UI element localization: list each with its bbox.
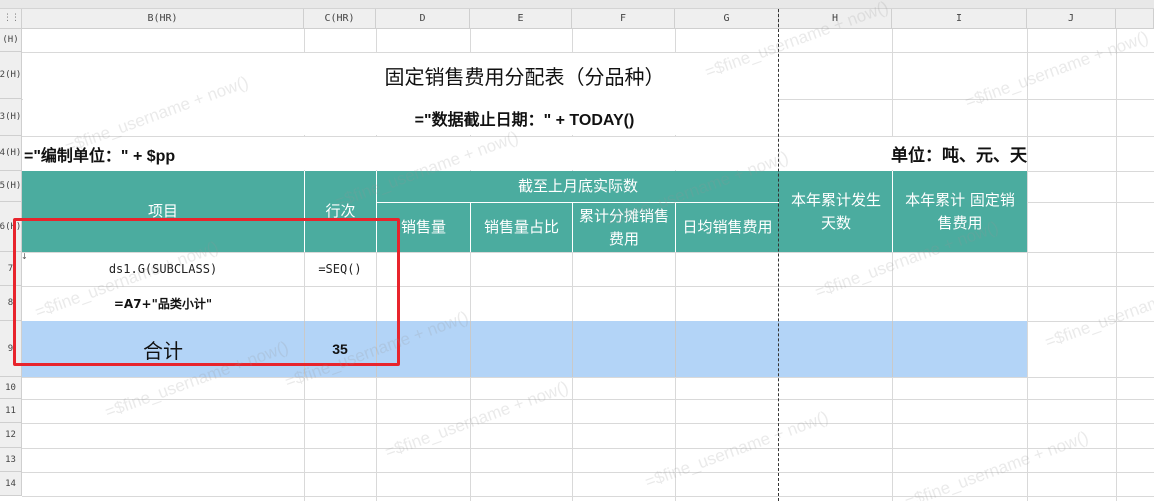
unit-label-cell[interactable]: 单位：吨、元、天: [780, 136, 1027, 171]
column-header-c[interactable]: C(HR): [304, 9, 376, 29]
column-header-j[interactable]: J: [1027, 9, 1116, 29]
header-ytd-days[interactable]: 本年累计发生天数: [780, 171, 892, 252]
column-header-e[interactable]: E: [470, 9, 572, 29]
column-header-g[interactable]: G: [675, 9, 779, 29]
row-header-1[interactable]: (H): [0, 29, 22, 52]
selection-highlight: [13, 218, 400, 366]
column-header-k[interactable]: [1116, 9, 1154, 29]
row-header-4[interactable]: 4(H): [0, 136, 22, 171]
date-formula-cell[interactable]: ="数据截止日期：" + TODAY(): [22, 99, 1027, 136]
column-header-h[interactable]: H: [779, 9, 892, 29]
page-break-line: [778, 9, 779, 501]
row-header-10[interactable]: 10: [0, 377, 22, 399]
row-header-14[interactable]: 14: [0, 472, 22, 496]
header-daily-cost[interactable]: 日均销售费用: [676, 203, 779, 252]
row-header-13[interactable]: 13: [0, 448, 22, 472]
row-header-3[interactable]: 3(H): [0, 99, 22, 136]
row-header-12[interactable]: 12: [0, 423, 22, 448]
row-header-5[interactable]: 5(H): [0, 171, 22, 202]
unit-formula-cell[interactable]: ="编制单位：" + $pp: [24, 136, 424, 171]
row-header-2[interactable]: 2(H): [0, 52, 22, 99]
header-actual-group[interactable]: 截至上月底实际数: [377, 171, 779, 202]
toolbar-strip: [0, 0, 1154, 9]
column-header-i[interactable]: I: [892, 9, 1027, 29]
report-title[interactable]: 固定销售费用分配表（分品种）: [22, 52, 1027, 99]
column-header-d[interactable]: D: [376, 9, 470, 29]
header-ytd-fixed[interactable]: 本年累计 固定销售费用: [893, 171, 1027, 252]
column-header-f[interactable]: F: [572, 9, 675, 29]
select-all-corner[interactable]: ⋮⋮⋮: [0, 9, 28, 29]
column-header-b[interactable]: B(HR): [22, 9, 304, 29]
row-header-11[interactable]: 11: [0, 399, 22, 423]
header-cum-cost[interactable]: 累计分摊销售费用: [573, 203, 675, 252]
header-sales-share[interactable]: 销售量占比: [471, 203, 572, 252]
